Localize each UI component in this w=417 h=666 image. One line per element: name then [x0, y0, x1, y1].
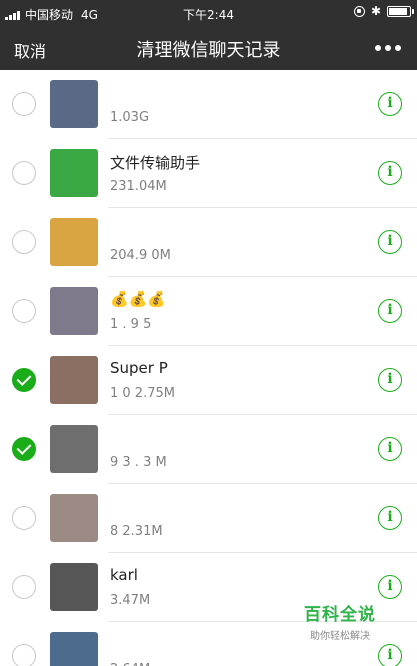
avatar	[50, 632, 98, 666]
avatar	[50, 287, 98, 335]
chat-size: 3.47M	[110, 593, 151, 608]
avatar	[50, 425, 98, 473]
select-radio[interactable]	[12, 92, 36, 116]
chat-row[interactable]: 9 3 . 3 M i	[0, 415, 417, 484]
avatar	[50, 494, 98, 542]
bluetooth-icon: ✱	[370, 4, 381, 18]
select-radio[interactable]	[12, 644, 36, 666]
chat-size: 204.9 0M	[110, 248, 171, 263]
select-radio[interactable]	[12, 230, 36, 254]
info-icon[interactable]: i	[378, 92, 402, 116]
chat-row[interactable]: 文件传输助手 231.04M i	[0, 139, 417, 208]
chat-size: 231.04M	[110, 179, 167, 194]
chat-size: 1.03G	[110, 110, 150, 125]
orientation-lock-icon	[353, 5, 365, 17]
select-radio[interactable]	[12, 506, 36, 530]
info-icon[interactable]: i	[378, 368, 402, 392]
chat-name: karl	[110, 566, 138, 584]
status-bar: 中国移动 4G 下午2:44 ✱	[0, 0, 417, 26]
chat-size: 8 2.31M	[110, 524, 163, 539]
chat-row[interactable]: 8 2.31M i	[0, 484, 417, 553]
select-radio[interactable]	[12, 575, 36, 599]
chat-size: 9 3 . 3 M	[110, 455, 167, 470]
info-icon[interactable]: i	[378, 644, 402, 666]
info-icon[interactable]: i	[378, 161, 402, 185]
info-icon[interactable]: i	[378, 575, 402, 599]
info-icon[interactable]: i	[378, 506, 402, 530]
chat-name: 文件传输助手	[110, 154, 201, 172]
chat-row[interactable]: 204.9 0M i	[0, 208, 417, 277]
more-options-icon[interactable]	[375, 45, 401, 51]
chat-row[interactable]: Super P 1 0 2.75M i	[0, 346, 417, 415]
chat-size: 2.64M	[110, 662, 150, 666]
chat-row[interactable]: 1.03G i	[0, 70, 417, 139]
select-radio[interactable]	[12, 437, 36, 461]
avatar	[50, 149, 98, 197]
chat-row[interactable]: 💰💰💰 1 . 9 5 i	[0, 277, 417, 346]
info-icon[interactable]: i	[378, 437, 402, 461]
select-radio[interactable]	[12, 161, 36, 185]
avatar	[50, 218, 98, 266]
chat-name: Super P	[110, 359, 168, 377]
watermark-subtitle: 助你轻松解决	[310, 631, 370, 642]
chat-name: 💰💰💰	[110, 290, 167, 308]
watermark-title: 百科全说	[304, 605, 376, 625]
watermark-logo: 百科全说 助你轻松解决	[300, 600, 380, 642]
info-icon[interactable]: i	[378, 230, 402, 254]
avatar	[50, 80, 98, 128]
battery-icon	[387, 5, 414, 17]
chat-size: 1 . 9 5	[110, 317, 152, 332]
select-radio[interactable]	[12, 299, 36, 323]
chat-size: 1 0 2.75M	[110, 386, 175, 401]
page-title: 清理微信聊天记录	[136, 40, 281, 61]
status-right: ✱	[353, 4, 414, 18]
navigation-bar: 取消 清理微信聊天记录	[0, 26, 417, 70]
select-radio[interactable]	[12, 368, 36, 392]
chat-list: 1.03G i 文件传输助手 231.04M i 204.9 0M i 💰💰💰 1 . 9 5 i…	[0, 70, 417, 666]
avatar	[50, 356, 98, 404]
info-icon[interactable]: i	[378, 299, 402, 323]
avatar	[50, 563, 98, 611]
